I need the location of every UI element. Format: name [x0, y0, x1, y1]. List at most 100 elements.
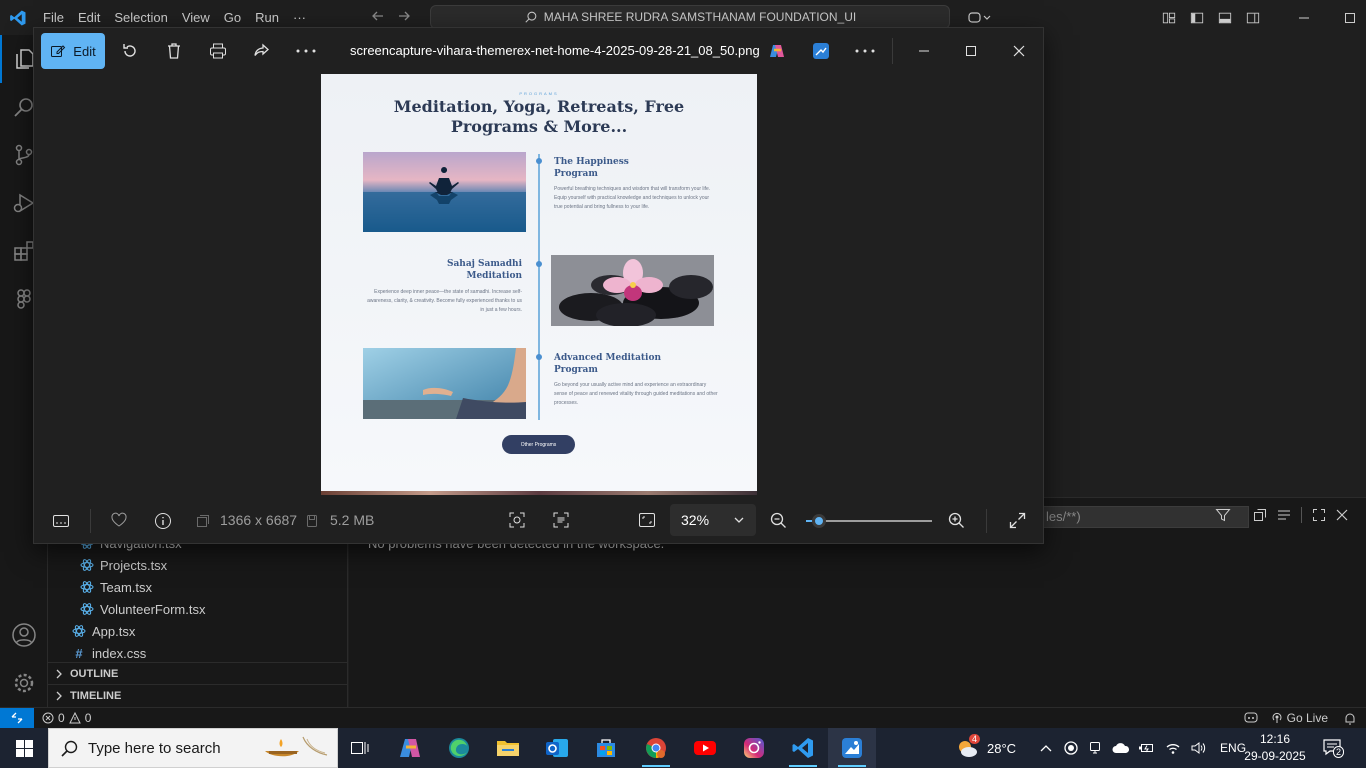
onedrive-cloud-icon[interactable]	[1112, 742, 1130, 754]
chrome-icon[interactable]	[632, 728, 680, 768]
minimize-icon[interactable]	[1281, 0, 1327, 35]
text-extract-icon[interactable]	[553, 512, 569, 528]
warning-icon	[68, 712, 81, 724]
more-options-icon[interactable]	[853, 39, 877, 63]
error-icon	[42, 712, 54, 724]
program-description: Go beyond your usually active mind and e…	[554, 382, 718, 406]
status-bar: 0 0 Go Live	[0, 707, 1366, 729]
toggle-sidebar-icon[interactable]	[1183, 0, 1211, 35]
battery-icon[interactable]	[1139, 742, 1155, 754]
close-icon[interactable]	[1007, 39, 1031, 63]
file-explorer-icon[interactable]	[484, 728, 532, 768]
forward-arrow-icon[interactable]	[396, 8, 412, 24]
delete-icon[interactable]	[162, 39, 186, 63]
close-panel-icon[interactable]	[1336, 509, 1348, 521]
file-size-icon	[306, 514, 318, 528]
photos-toolbar: Edit screencapture-vihara-themerex-net-h…	[34, 28, 1045, 74]
edge-icon[interactable]	[435, 728, 483, 768]
zoom-slider[interactable]	[806, 514, 932, 528]
css-file-icon: #	[75, 645, 83, 661]
volume-icon[interactable]	[1190, 741, 1206, 755]
sunset-meditation-photo	[363, 152, 526, 232]
minimize-icon[interactable]	[912, 39, 936, 63]
record-icon[interactable]	[1064, 741, 1078, 755]
timeline-dot	[536, 158, 542, 164]
manage-gear-icon[interactable]	[0, 659, 48, 707]
taskbar-clock[interactable]: 12:16 29-09-2025	[1240, 731, 1310, 765]
back-arrow-icon[interactable]	[370, 8, 386, 24]
notifications-button[interactable]: 2	[1322, 738, 1346, 758]
designer-app-icon[interactable]	[809, 39, 833, 63]
file-item[interactable]: App.tsx	[72, 620, 135, 642]
program-description: Powerful breathing techniques and wisdom…	[554, 186, 711, 210]
vscode-logo-icon	[0, 0, 36, 35]
maximize-panel-icon[interactable]	[1312, 508, 1326, 522]
react-file-icon	[80, 580, 94, 594]
youtube-icon[interactable]	[681, 728, 729, 768]
remote-icon[interactable]	[0, 707, 34, 729]
file-item[interactable]: Projects.tsx	[80, 554, 167, 576]
toggle-secondary-sidebar-icon[interactable]	[1239, 0, 1267, 35]
word-wrap-icon[interactable]	[1277, 508, 1291, 522]
file-name: Projects.tsx	[100, 557, 168, 573]
react-file-icon	[80, 558, 94, 572]
wifi-icon[interactable]	[1165, 741, 1181, 755]
outlook-icon[interactable]	[533, 728, 581, 768]
chevron-up-icon[interactable]	[1040, 744, 1052, 752]
file-name: VolunteerForm.tsx	[100, 601, 206, 617]
command-center-search[interactable]: MAHA SHREE RUDRA SAMSTHANAM FOUNDATION_U…	[430, 5, 950, 29]
programs-heading: Meditation, Yoga, Retreats, Free Program…	[393, 97, 685, 136]
file-item[interactable]: VolunteerForm.tsx	[80, 598, 206, 620]
maximize-icon[interactable]	[1327, 0, 1366, 35]
copilot-taskbar-icon[interactable]	[386, 728, 434, 768]
edit-label: Edit	[73, 43, 96, 59]
print-icon[interactable]	[206, 39, 230, 63]
toggle-panel-icon[interactable]	[1211, 0, 1239, 35]
customize-layout-icon[interactable]	[1155, 0, 1183, 35]
windows-start-icon[interactable]	[0, 728, 48, 768]
favorite-heart-icon[interactable]	[110, 512, 128, 528]
taskbar-search-box[interactable]: Type here to search	[48, 728, 338, 768]
photos-taskbar-icon[interactable]	[828, 728, 876, 768]
visual-search-icon[interactable]	[509, 512, 525, 528]
filmstrip-icon[interactable]	[52, 513, 70, 529]
orchid-stones-photo	[551, 255, 714, 326]
share-icon[interactable]	[250, 39, 274, 63]
file-info-icon[interactable]	[154, 512, 172, 530]
edit-button[interactable]: Edit	[41, 33, 105, 69]
problems-status[interactable]: 0 0	[42, 711, 91, 725]
filter-icon[interactable]	[1215, 507, 1231, 523]
file-item[interactable]: # index.css	[72, 642, 146, 664]
maximize-icon[interactable]	[959, 39, 983, 63]
weather-widget[interactable]: 4 28°C	[955, 734, 1016, 759]
more-options-icon[interactable]	[294, 39, 318, 63]
meet-camera-icon[interactable]	[1088, 741, 1102, 755]
collapse-all-icon[interactable]	[1253, 508, 1267, 522]
rotate-icon[interactable]	[118, 39, 142, 63]
photo-image[interactable]: PROGRAMS Meditation, Yoga, Retreats, Fre…	[321, 74, 757, 495]
go-live-button[interactable]: Go Live	[1271, 711, 1328, 725]
vscode-taskbar-icon[interactable]	[779, 728, 827, 768]
bell-icon[interactable]	[1344, 712, 1356, 725]
next-section-strip	[321, 491, 757, 495]
zoom-out-icon[interactable]	[770, 512, 787, 529]
accounts-icon[interactable]	[0, 611, 48, 659]
full-screen-icon[interactable]	[1009, 512, 1026, 529]
program-title: The Happiness Program	[554, 157, 629, 179]
instagram-icon[interactable]	[730, 728, 778, 768]
file-name: Team.tsx	[100, 579, 153, 595]
file-item[interactable]: Team.tsx	[80, 576, 152, 598]
diya-lamp-icon	[259, 733, 329, 765]
copilot-status-icon[interactable]	[1243, 711, 1259, 725]
zoom-slider-thumb[interactable]	[811, 514, 826, 528]
microsoft-store-icon[interactable]	[582, 728, 630, 768]
zoom-dropdown[interactable]: 32%	[670, 504, 756, 536]
zoom-in-icon[interactable]	[948, 512, 965, 529]
copilot-app-icon[interactable]	[765, 39, 789, 63]
outline-section[interactable]: OUTLINE	[48, 662, 348, 684]
photo-filename: screencapture-vihara-themerex-net-home-4…	[350, 43, 760, 58]
search-placeholder: Type here to search	[88, 739, 221, 757]
timeline-section[interactable]: TIMELINE	[48, 684, 348, 706]
fit-to-window-icon[interactable]	[638, 512, 656, 528]
task-view-icon[interactable]	[336, 728, 384, 768]
